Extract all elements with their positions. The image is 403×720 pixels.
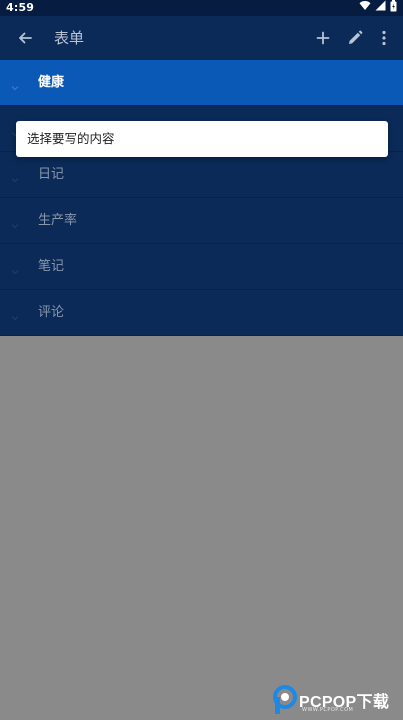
status-icons bbox=[359, 0, 397, 17]
list-item-label: 日记 bbox=[38, 167, 65, 182]
chevron-down-icon bbox=[10, 78, 20, 91]
list-item-reviews[interactable]: 评论 bbox=[0, 290, 403, 336]
status-time: 4:59 bbox=[6, 1, 35, 14]
chevron-down-icon bbox=[10, 216, 20, 229]
list-item-health[interactable]: 健康 bbox=[0, 60, 403, 106]
list-item-label: 生产率 bbox=[38, 213, 78, 228]
back-arrow-icon[interactable] bbox=[14, 27, 36, 49]
wifi-icon bbox=[359, 0, 371, 16]
category-list: 健康 日记 生产率 笔记 评论 bbox=[0, 60, 403, 336]
watermark-subtext: WWW.PCPOP.COM bbox=[302, 707, 354, 713]
list-item-notes[interactable]: 笔记 bbox=[0, 244, 403, 290]
chevron-down-icon bbox=[10, 262, 20, 275]
watermark-logo: PCPOP下载 WWW.PCPOP.COM bbox=[272, 685, 397, 715]
battery-icon bbox=[390, 0, 397, 17]
chevron-down-icon bbox=[10, 308, 20, 321]
app-bar: 表单 bbox=[0, 16, 403, 60]
list-item-label: 笔记 bbox=[38, 259, 65, 274]
list-item-label: 评论 bbox=[38, 305, 65, 320]
list-item-productivity[interactable]: 生产率 bbox=[0, 198, 403, 244]
page-title: 表单 bbox=[54, 29, 85, 47]
status-bar: 4:59 bbox=[0, 0, 403, 16]
chevron-down-icon bbox=[10, 170, 20, 183]
hint-tooltip[interactable]: 选择要写的内容 bbox=[16, 121, 388, 157]
list-item-label: 健康 bbox=[38, 75, 65, 90]
list-item-diary[interactable]: 日记 bbox=[0, 152, 403, 198]
edit-icon[interactable] bbox=[344, 27, 366, 49]
add-icon[interactable] bbox=[312, 27, 334, 49]
screen: 4:59 表单 健康 日记 生产率 笔记 评论 选择要写的内容 PCPOP下载 … bbox=[0, 0, 403, 720]
pcpop-logo-icon bbox=[273, 685, 297, 714]
more-vert-icon[interactable] bbox=[373, 27, 395, 49]
signal-icon bbox=[375, 0, 386, 16]
